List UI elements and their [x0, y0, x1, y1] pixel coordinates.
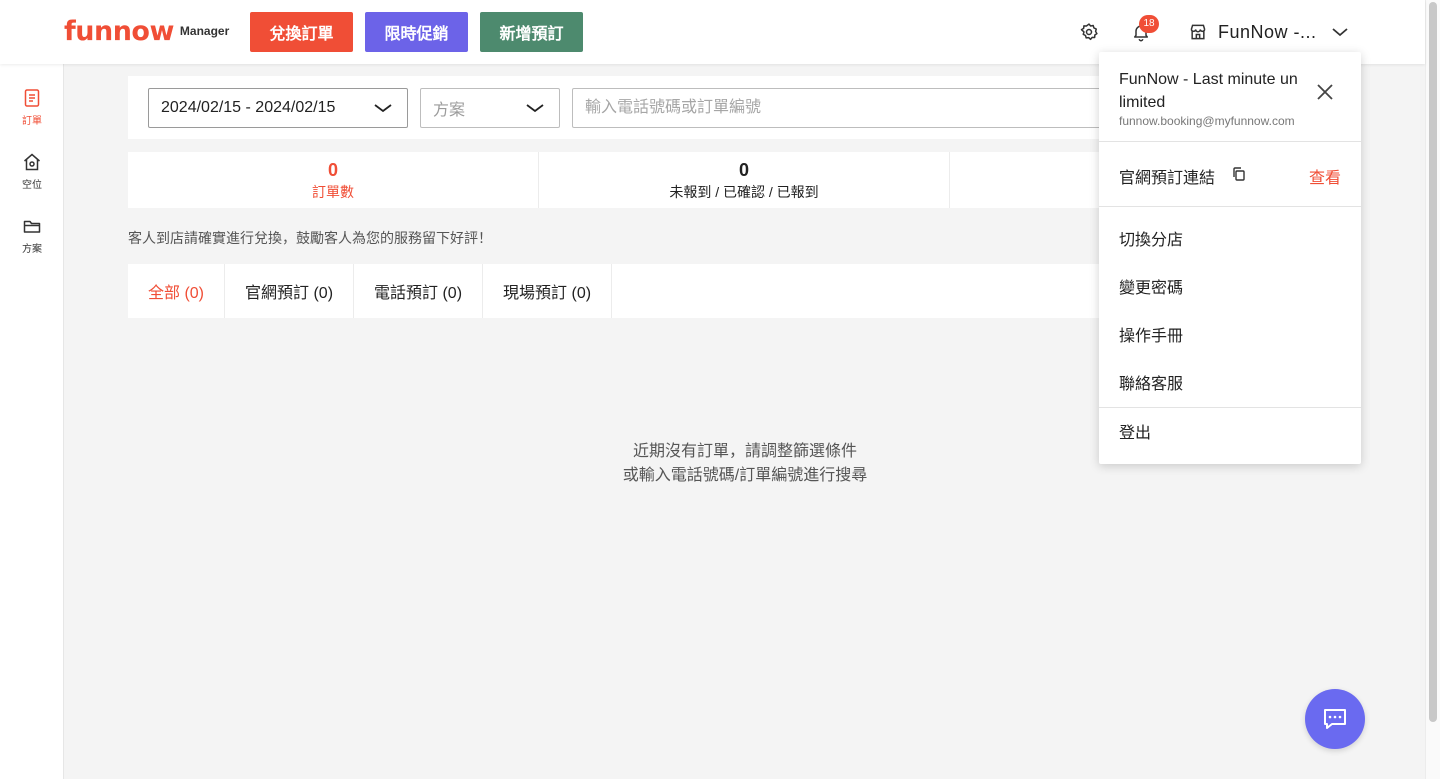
account-menu-header: FunNow - Last minute unlimited funnow.bo…	[1099, 52, 1361, 142]
date-range-value: 2024/02/15 - 2024/02/15	[161, 99, 336, 116]
page-scrollbar[interactable]	[1425, 0, 1440, 779]
sidebar-item-label: 空位	[22, 180, 42, 191]
store-icon	[1190, 24, 1206, 40]
store-switcher[interactable]: FunNow -...	[1188, 18, 1349, 46]
logo-sub-text: Manager	[179, 24, 230, 38]
house-icon	[24, 153, 40, 171]
menu-item-change-password[interactable]: 變更密碼	[1099, 262, 1361, 310]
menu-item-logout[interactable]: 登出	[1099, 407, 1361, 455]
empty-state: 近期沒有訂單，請調整篩選條件 或輸入電話號碼/訂單編號進行搜尋	[540, 440, 950, 488]
funnow-logo[interactable]: funnow Manager	[64, 18, 229, 46]
booking-link-label: 官網預訂連結	[1119, 170, 1216, 187]
stat-checkin-status[interactable]: 0 未報到 / 已確認 / 已報到	[539, 152, 950, 208]
tab-phone[interactable]: 電話預訂 (0)	[354, 264, 484, 318]
tab-website[interactable]: 官網預訂 (0)	[225, 264, 355, 318]
menu-item-switch-store[interactable]: 切換分店	[1099, 214, 1361, 262]
plan-select[interactable]: 方案	[420, 88, 560, 128]
store-name: FunNow -...	[1218, 21, 1317, 42]
close-icon[interactable]	[1313, 80, 1337, 104]
chat-icon	[1324, 709, 1346, 729]
account-menu: FunNow - Last minute unlimited funnow.bo…	[1099, 52, 1361, 464]
empty-line-1: 近期沒有訂單，請調整篩選條件	[632, 443, 857, 460]
gear-icon[interactable]	[1077, 20, 1101, 44]
folder-icon	[23, 220, 41, 233]
notification-badge: 18	[1139, 15, 1159, 33]
sidebar-item-availability[interactable]: 空位	[0, 152, 64, 191]
booking-link-row: 官網預訂連結 查看	[1099, 142, 1361, 207]
account-email: funnow.booking@myfunnow.com	[1119, 114, 1295, 128]
limited-promo-button[interactable]: 限時促銷	[365, 12, 468, 52]
sidebar-item-plans[interactable]: 方案	[0, 216, 64, 255]
tab-walk-in[interactable]: 現場預訂 (0)	[483, 264, 613, 318]
sidebar-item-label: 訂單	[22, 116, 42, 127]
sidebar-item-orders[interactable]: 訂單	[0, 88, 64, 127]
logo-main-text: funnow	[64, 16, 174, 47]
search-input[interactable]	[572, 88, 1132, 128]
account-name: FunNow - Last minute unlimited	[1119, 71, 1298, 111]
tab-all[interactable]: 全部 (0)	[128, 264, 226, 318]
scrollbar-thumb[interactable]	[1429, 2, 1437, 722]
sidebar-item-label: 方案	[22, 244, 42, 255]
empty-line-2: 或輸入電話號碼/訂單編號進行搜尋	[622, 467, 868, 484]
stat-total-orders[interactable]: 0 訂單數	[128, 152, 539, 208]
chevron-down-icon	[374, 104, 392, 113]
exchange-notice: 客人到店請確實進行兌換，鼓勵客人為您的服務留下好評！	[128, 230, 492, 246]
order-list-icon	[24, 89, 40, 107]
stat-label: 未報到 / 已確認 / 已報到	[669, 184, 819, 200]
date-range-select[interactable]: 2024/02/15 - 2024/02/15	[148, 88, 408, 128]
menu-item-contact-support[interactable]: 聯絡客服	[1099, 358, 1361, 406]
view-link-button[interactable]: 查看	[1309, 164, 1341, 188]
chat-button[interactable]	[1305, 689, 1365, 749]
stat-value: 0	[738, 160, 749, 180]
new-booking-button[interactable]: 新增預訂	[480, 12, 583, 52]
chevron-down-icon	[1331, 28, 1348, 37]
chevron-down-icon	[526, 104, 544, 113]
stat-value: 0	[327, 160, 338, 180]
left-sidebar: 訂單 空位 方案	[0, 64, 64, 779]
copy-icon[interactable]	[1231, 166, 1247, 182]
plan-placeholder: 方案	[433, 102, 466, 119]
stat-label: 訂單數	[312, 184, 354, 200]
exchange-order-button[interactable]: 兌換訂單	[250, 12, 353, 52]
menu-item-manual[interactable]: 操作手冊	[1099, 310, 1361, 358]
